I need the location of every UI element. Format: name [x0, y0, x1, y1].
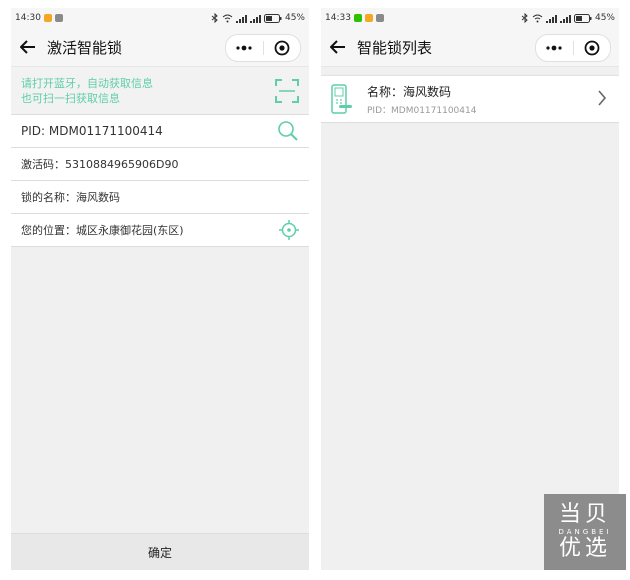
activate-lock-screen: 14:30 45% 激活智能锁 请打开蓝牙，自动获取信息 也可扫一扫获取信息 P… — [11, 8, 309, 570]
more-button[interactable] — [226, 35, 263, 61]
watermark-top: 当贝 — [558, 502, 611, 527]
watermark-bottom: 优选 — [558, 536, 611, 561]
battery-icon — [263, 13, 282, 23]
locate-icon[interactable] — [279, 220, 299, 240]
nav-bar: 激活智能锁 — [11, 28, 309, 67]
pid-value: PID: MDM01171100414 — [21, 124, 163, 138]
location-field[interactable]: 您的位置：城区永康御花园(东区) — [11, 214, 309, 247]
activation-code-field[interactable]: 激活码：5310884965906D90 — [11, 148, 309, 181]
lock-name-value: 锁的名称：海风数码 — [21, 191, 120, 204]
notification-icon — [375, 14, 384, 22]
wechat-notification-icon — [353, 14, 362, 22]
status-time: 14:33 — [325, 13, 351, 23]
signal-icon — [249, 14, 261, 23]
mini-program-capsule — [535, 34, 611, 62]
scan-icon[interactable] — [275, 78, 299, 103]
back-button[interactable] — [323, 40, 353, 54]
hint-line-1: 请打开蓝牙，自动获取信息 — [21, 76, 153, 90]
battery-level: 45% — [594, 13, 615, 23]
notification-icon — [54, 14, 63, 22]
close-circle-icon — [584, 40, 600, 56]
lock-name: 名称：海风数码 — [367, 84, 452, 99]
hint-line-2: 也可扫一扫获取信息 — [21, 91, 120, 105]
arrow-left-icon — [20, 40, 35, 54]
confirm-button[interactable]: 确定 — [11, 533, 309, 570]
signal-icon — [559, 14, 571, 23]
notification-icon — [364, 14, 373, 22]
more-button[interactable] — [536, 35, 573, 61]
search-icon[interactable] — [277, 120, 299, 142]
smart-lock-icon — [331, 84, 352, 114]
close-button[interactable] — [574, 35, 611, 61]
bluetooth-icon — [521, 13, 528, 23]
pid-field[interactable]: PID: MDM01171100414 — [11, 115, 309, 148]
signal-icon — [235, 14, 247, 23]
page-title: 激活智能锁 — [47, 38, 123, 57]
location-value: 您的位置：城区永康御花园(东区) — [21, 224, 184, 237]
mini-program-capsule — [225, 34, 301, 62]
wifi-icon — [532, 14, 543, 22]
battery-level: 45% — [284, 13, 305, 23]
lock-pid: PID：MDM01171100414 — [367, 105, 477, 116]
wifi-icon — [222, 14, 233, 22]
battery-icon — [573, 13, 592, 23]
page-title: 智能锁列表 — [357, 38, 433, 57]
lock-list-screen: 14:33 45% 智能锁列表 名称：海风数码 PID：MDM011711004… — [321, 8, 619, 570]
chevron-right-icon — [598, 90, 607, 106]
status-time: 14:30 — [15, 13, 41, 23]
lock-list-item[interactable]: 名称：海风数码 PID：MDM01171100414 — [321, 75, 619, 123]
close-circle-icon — [274, 40, 290, 56]
lock-name-field[interactable]: 锁的名称：海风数码 — [11, 181, 309, 214]
bluetooth-icon — [211, 13, 218, 23]
status-bar: 14:33 45% — [321, 8, 619, 28]
signal-icon — [545, 14, 557, 23]
dangbei-watermark-logo: 当贝 DANGBEI 优选 — [544, 494, 626, 570]
bluetooth-hint: 请打开蓝牙，自动获取信息 也可扫一扫获取信息 — [11, 67, 309, 115]
more-dots-icon — [236, 45, 252, 51]
nav-bar: 智能锁列表 — [321, 28, 619, 67]
back-button[interactable] — [13, 40, 43, 54]
more-dots-icon — [546, 45, 562, 51]
notification-icon — [43, 14, 52, 22]
close-button[interactable] — [264, 35, 301, 61]
arrow-left-icon — [330, 40, 345, 54]
status-bar: 14:30 45% — [11, 8, 309, 28]
activation-code-value: 激活码：5310884965906D90 — [21, 158, 179, 171]
